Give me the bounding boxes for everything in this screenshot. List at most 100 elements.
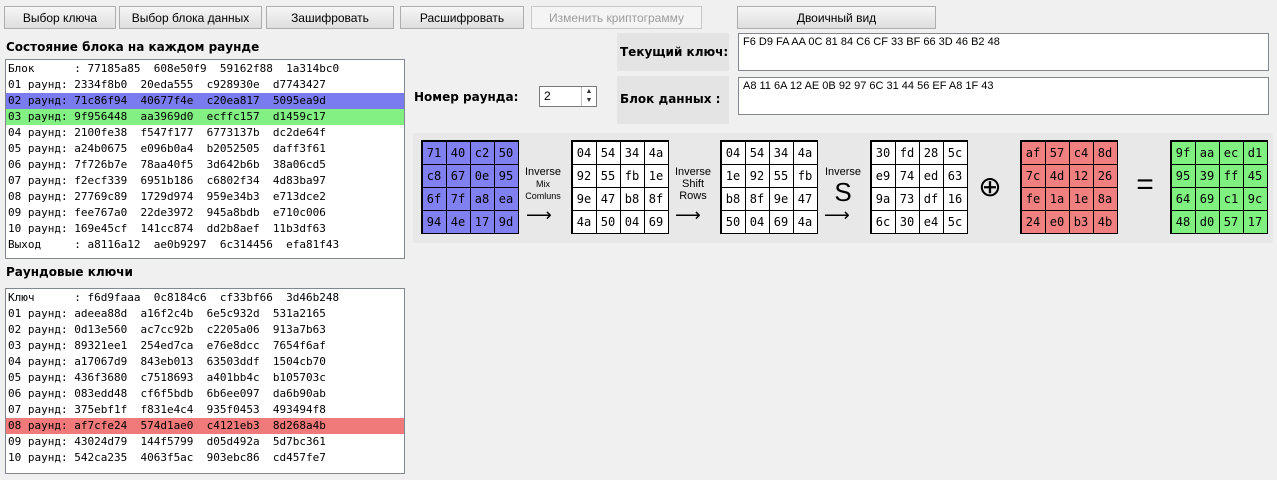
matrix-cell: d0 — [1194, 209, 1220, 234]
matrix-cell: 04 — [571, 140, 597, 165]
matrix-cell: 4a — [792, 140, 818, 165]
matrix-cell: 69 — [768, 209, 794, 234]
inverse-sub-bytes-label: Inverse S — [824, 166, 862, 207]
state-list[interactable]: Блок : 77185a85 608e50f9 59162f88 1a314b… — [5, 59, 405, 259]
round-number-label: Номер раунда: — [414, 90, 519, 104]
matrix-cell: 9a — [870, 186, 896, 211]
matrix-cell: ff — [1218, 163, 1244, 188]
matrix-cell: e4 — [918, 209, 944, 234]
round-number-spinner[interactable]: 2 ▲ ▼ — [539, 86, 597, 107]
matrix-cell: 74 — [894, 163, 920, 188]
matrix-cell: ec — [1218, 140, 1244, 165]
round-keys-list-row[interactable]: 04 раунд: a17067d9 843eb013 63503ddf 150… — [6, 354, 404, 370]
round-keys-list-row[interactable]: 06 раунд: 083edd48 cf6f5bdb 6b6ee097 da6… — [6, 386, 404, 402]
state-list-row[interactable]: 10 раунд: 169e45cf 141cc874 dd2b8aef 11b… — [6, 221, 404, 237]
matrix-cell: ed — [918, 163, 944, 188]
matrix-cell: 95 — [493, 163, 519, 188]
round-keys-list-row[interactable]: 02 раунд: 0d13e560 ac7cc92b c2205a06 913… — [6, 322, 404, 338]
spinner-arrows[interactable]: ▲ ▼ — [581, 87, 596, 106]
matrix-cell: 47 — [595, 186, 621, 211]
round-keys-list-row[interactable]: 01 раунд: adeea88d a16f2c4b 6e5c932d 531… — [6, 306, 404, 322]
state-list-row[interactable]: 04 раунд: 2100fe38 f547f177 6773137b dc2… — [6, 125, 404, 141]
matrix-cell: 4e — [445, 209, 471, 234]
matrix-cell: 57 — [1218, 209, 1244, 234]
matrix-cell: 6c — [870, 209, 896, 234]
matrix-cell: 16 — [942, 186, 968, 211]
matrix-cell: 8f — [744, 186, 770, 211]
matrix-cell: fe — [1020, 186, 1046, 211]
matrix-cell: 92 — [571, 163, 597, 188]
round-keys-list-row[interactable]: 08 раунд: af7cfe24 574d1ae0 c4121eb3 8d2… — [6, 418, 404, 434]
matrix-cell: b8 — [619, 186, 645, 211]
matrix-cell: 71 — [421, 140, 447, 165]
data-block-field[interactable]: A8 11 6A 12 AE 0B 92 97 6C 31 44 56 EF A… — [738, 77, 1269, 115]
matrix-cell: 9e — [768, 186, 794, 211]
state-list-row[interactable]: 01 раунд: 2334f8b0 20eda555 c928930e d77… — [6, 77, 404, 93]
data-block-label: Блок данных : — [620, 92, 721, 106]
matrix-cell: 30 — [894, 209, 920, 234]
matrix-cell: 26 — [1092, 163, 1118, 188]
state-list-row[interactable]: Выход : a8116a12 ae0b9297 6c314456 efa81… — [6, 237, 404, 253]
matrix-cell: b3 — [1068, 209, 1094, 234]
matrix-cell: 64 — [1170, 186, 1196, 211]
matrix-cell: 1e — [1068, 186, 1094, 211]
matrix-cell: 9f — [1170, 140, 1196, 165]
round-keys-list-row[interactable]: 10 раунд: 542ca235 4063f5ac 903ebc86 cd4… — [6, 450, 404, 466]
round-number-value: 2 — [544, 89, 551, 103]
matrix-cell: 04 — [619, 209, 645, 234]
matrix-cell: 67 — [445, 163, 471, 188]
matrix-cell: 17 — [1242, 209, 1268, 234]
current-key-field[interactable]: F6 D9 FA AA 0C 81 84 C6 CF 33 BF 66 3D 4… — [738, 33, 1269, 71]
after-shift-rows-matrix: 04 54 34 4a 1e 92 55 fb b8 8f 9e 47 50 04 69 4a — [720, 140, 818, 234]
inverse-shift-rows-label: Inverse Shift Rows — [674, 166, 712, 202]
state-list-row[interactable]: 08 раунд: 27769c89 1729d974 959e34b3 e71… — [6, 189, 404, 205]
matrix-cell: c1 — [1218, 186, 1244, 211]
state-list-row[interactable]: 05 раунд: a24b0675 e096b0a4 b2052505 daf… — [6, 141, 404, 157]
matrix-cell: 17 — [469, 209, 495, 234]
state-list-row[interactable]: 03 раунд: 9f956448 aa3969d0 ecffc157 d14… — [6, 109, 404, 125]
state-list-row[interactable]: 09 раунд: fee767a0 22de3972 945a8bdb e71… — [6, 205, 404, 221]
matrix-cell: 55 — [595, 163, 621, 188]
round-keys-list-row[interactable]: 03 раунд: 89321ee1 254ed7ca e76e8dcc 765… — [6, 338, 404, 354]
matrix-cell: 5c — [942, 140, 968, 165]
matrix-cell: 39 — [1194, 163, 1220, 188]
matrix-cell: a8 — [469, 186, 495, 211]
matrix-cell: fd — [894, 140, 920, 165]
matrix-cell: df — [918, 186, 944, 211]
round-keys-list[interactable]: Ключ : f6d9faaa 0c8184c6 cf33bf66 3d46b2… — [5, 288, 405, 474]
round-keys-list-row[interactable]: 05 раунд: 436f3680 c7518693 a401bb4c b10… — [6, 370, 404, 386]
matrix-cell: 95 — [1170, 163, 1196, 188]
matrix-cell: 54 — [595, 140, 621, 165]
matrix-cell: 7f — [445, 186, 471, 211]
state-list-row[interactable]: 02 раунд: 71c86f94 40677f4e c20ea817 509… — [6, 93, 404, 109]
matrix-cell: af — [1020, 140, 1046, 165]
matrix-cell: 4b — [1092, 209, 1118, 234]
modify-ciphertext-button[interactable]: Изменить криптограмму — [531, 6, 702, 29]
round-keys-list-row[interactable]: Ключ : f6d9faaa 0c8184c6 cf33bf66 3d46b2… — [6, 290, 404, 306]
state-list-row[interactable]: 07 раунд: f2ecf339 6951b186 c6802f34 4d8… — [6, 173, 404, 189]
binary-view-button[interactable]: Двоичный вид — [737, 6, 936, 29]
round-keys-list-row[interactable]: 07 раунд: 375ebf1f f831e4c4 935f0453 493… — [6, 402, 404, 418]
encrypt-button[interactable]: Зашифровать — [266, 6, 394, 29]
round-keys-list-row[interactable]: 09 раунд: 43024d79 144f5799 d05d492a 5d7… — [6, 434, 404, 450]
matrix-cell: 57 — [1044, 140, 1070, 165]
state-list-row[interactable]: Блок : 77185a85 608e50f9 59162f88 1a314b… — [6, 61, 404, 77]
arrow-icon: ⟶ — [526, 205, 552, 226]
matrix-cell: 94 — [421, 209, 447, 234]
state-section-title: Состояние блока на каждом раунде — [6, 40, 260, 54]
select-key-button[interactable]: Выбор ключа — [4, 6, 116, 29]
matrix-cell: 8a — [1092, 186, 1118, 211]
matrix-cell: 73 — [894, 186, 920, 211]
matrix-cell: 8d — [1092, 140, 1118, 165]
matrix-cell: c2 — [469, 140, 495, 165]
decrypt-button[interactable]: Расшифровать — [400, 6, 524, 29]
spinner-up-icon[interactable]: ▲ — [582, 87, 596, 96]
select-data-block-button[interactable]: Выбор блока данных — [119, 6, 262, 29]
state-list-row[interactable]: 06 раунд: 7f726b7e 78aa40f5 3d642b6b 38a… — [6, 157, 404, 173]
matrix-cell: 50 — [595, 209, 621, 234]
spinner-down-icon[interactable]: ▼ — [582, 96, 596, 105]
matrix-cell: 9c — [1242, 186, 1268, 211]
round-key-matrix: af 57 c4 8d 7c 4d 12 26 fe 1a 1e 8a 24 e0 b3 4b — [1020, 140, 1118, 234]
matrix-cell: d1 — [1242, 140, 1268, 165]
equals-icon: = — [1136, 168, 1154, 201]
